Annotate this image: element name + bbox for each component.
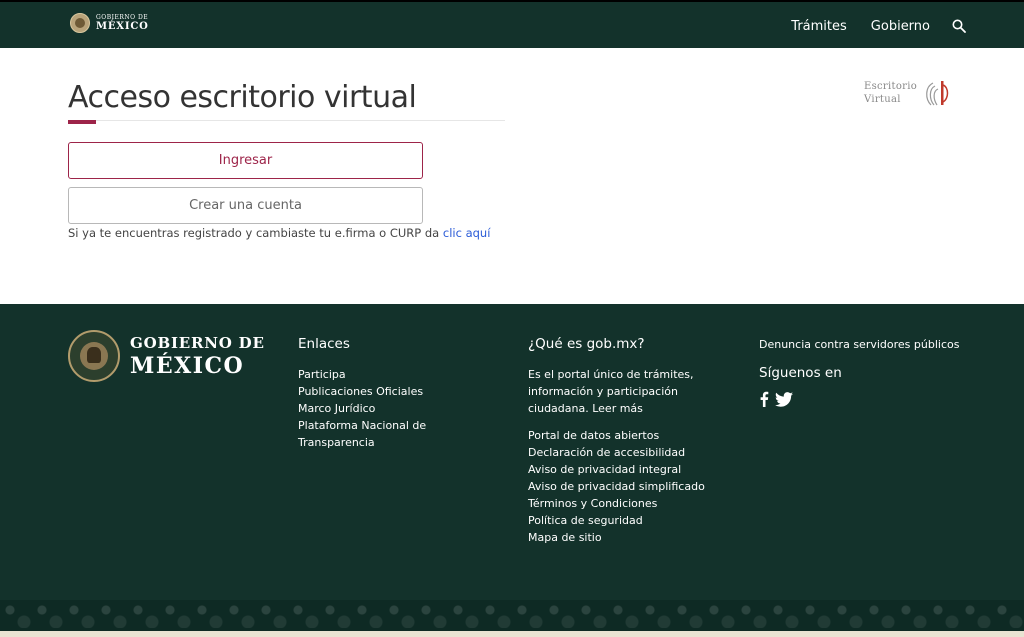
footer-link[interactable]: Publicaciones Oficiales xyxy=(298,383,458,400)
logo-line1: GOBIERNO DE xyxy=(96,13,149,21)
title-accent xyxy=(68,120,96,124)
footer-gobierno-logo[interactable]: GOBIERNO DE MÉXICO xyxy=(68,330,265,382)
footer-link[interactable]: Participa xyxy=(298,366,458,383)
firma-note-text: Si ya te encuentras registrado y cambias… xyxy=(68,226,443,240)
top-navbar: GOBIERNO DE MÉXICO Trámites Gobierno xyxy=(0,0,1024,48)
title-divider xyxy=(68,120,505,121)
about-heading: ¿Qué es gob.mx? xyxy=(528,336,645,352)
login-button[interactable]: Ingresar xyxy=(68,142,423,179)
ev-logo-line2: Virtual xyxy=(864,94,901,105)
gobierno-logo[interactable]: GOBIERNO DE MÉXICO xyxy=(70,13,149,33)
footer-link[interactable]: Política de seguridad xyxy=(528,512,728,529)
page-title: Acceso escritorio virtual xyxy=(68,80,417,115)
facebook-icon[interactable] xyxy=(759,391,769,407)
nav-tramites[interactable]: Trámites xyxy=(791,19,847,34)
nav-gobierno[interactable]: Gobierno xyxy=(871,19,930,34)
clic-aqui-link[interactable]: clic aquí xyxy=(443,226,491,240)
seal-icon xyxy=(70,13,90,33)
ev-logo-line1: Escritorio xyxy=(864,81,918,92)
footer-link[interactable]: Plataforma Nacional de Transparencia xyxy=(298,417,458,451)
footer-link[interactable]: Aviso de privacidad simplificado xyxy=(528,478,728,495)
footer-logo-line2: MÉXICO xyxy=(130,352,245,379)
social-heading: Síguenos en xyxy=(759,365,842,381)
escritorio-virtual-logo: Escritorio Virtual xyxy=(864,77,951,109)
footer-link[interactable]: Términos y Condiciones xyxy=(528,495,728,512)
twitter-icon[interactable] xyxy=(775,391,793,407)
logo-line2: MÉXICO xyxy=(96,20,149,32)
create-account-button[interactable]: Crear una cuenta xyxy=(68,187,423,224)
footer-bottom-band xyxy=(0,631,1024,637)
fingerprint-icon xyxy=(926,81,949,106)
about-description: Es el portal único de trámites, informac… xyxy=(528,368,694,415)
footer-link[interactable]: Marco Jurídico xyxy=(298,400,458,417)
footer-link[interactable]: Mapa de sitio xyxy=(528,529,728,546)
links-heading: Enlaces xyxy=(298,336,350,352)
footer-link[interactable]: Aviso de privacidad integral xyxy=(528,461,728,478)
footer-about-column: ¿Qué es gob.mx? Es el portal único de tr… xyxy=(528,336,728,546)
footer-social-column: Denuncia contra servidores públicos Sígu… xyxy=(759,336,989,407)
footer: GOBIERNO DE MÉXICO Enlaces Participa Pub… xyxy=(0,304,1024,637)
footer-links-column: Enlaces Participa Publicaciones Oficiale… xyxy=(298,336,458,451)
search-icon[interactable] xyxy=(952,19,966,33)
denuncia-link[interactable]: Denuncia contra servidores públicos xyxy=(759,336,989,353)
seal-icon xyxy=(68,330,120,382)
footer-logo-line1: GOBIERNO DE xyxy=(130,333,265,352)
footer-link[interactable]: Declaración de accesibilidad xyxy=(528,444,728,461)
firma-note: Si ya te encuentras registrado y cambias… xyxy=(68,225,498,242)
footer-link[interactable]: Portal de datos abiertos xyxy=(528,427,728,444)
